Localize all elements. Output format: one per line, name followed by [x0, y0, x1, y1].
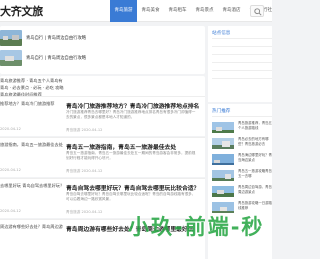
divider: [212, 38, 272, 39]
watermark-text: 小玖-前端-秒: [128, 215, 265, 239]
article-title[interactable]: 青岛五一旅游指南，青岛五一旅游最佳去处: [66, 142, 176, 151]
divider: [212, 54, 272, 55]
article-summary: 青岛五一旅游指南，青岛五一旅游最佳去处五一期间的青岛游客会非常多，提前规划好行程…: [66, 151, 196, 161]
list-item[interactable]: 青岛 · 必去景点 · 必玩 · 必吃 攻略: [0, 85, 64, 91]
divider: [212, 46, 272, 47]
list-item[interactable]: 青岛旅游推荐 · 青岛五个人青岛有: [0, 78, 63, 84]
article-left-title[interactable]: 去哪里好玩 青岛自驾去哪里好玩？: [0, 183, 64, 189]
article-left-date: 2020-04-12: [0, 127, 21, 131]
recommend-thumbnail: [212, 120, 234, 133]
article-left-title[interactable]: 推荐地方？青岛冷门旅游推荐: [0, 101, 54, 107]
panel-title: 热门推荐: [212, 109, 231, 114]
recommend-title: 青岛旅游推荐，青岛五个人旅游路线: [238, 121, 272, 130]
featured-list: 青岛旅游推荐 · 青岛五个人青岛有 青岛 · 必去景点 · 必玩 · 必吃 攻略…: [0, 76, 205, 98]
divider: [212, 70, 272, 71]
nav-item-2[interactable]: 青岛租车: [164, 0, 191, 22]
article-summary: 冷门旅游推荐青岛去哪里好？青岛冷门旅游推荐地点排名青岛有很多冷门却值得一去的景点…: [66, 110, 196, 120]
search-button[interactable]: [250, 5, 264, 17]
recommend-thumbnail: [212, 184, 234, 197]
nav-item-4[interactable]: 青岛酒店: [218, 0, 245, 22]
recommend-item[interactable]: 青岛海边哪里好玩？青岛海边景点: [212, 152, 272, 166]
nav-item-3[interactable]: 青岛景点: [191, 0, 218, 22]
nav-item-1[interactable]: 青岛美食: [137, 0, 164, 22]
recommend-item[interactable]: 青岛五一旅游攻略青岛五一去哪: [212, 168, 272, 182]
slide-title: 青岛自行 | 青岛周边自由行攻略: [26, 56, 87, 61]
recommend-title: 青岛五一旅游攻略青岛五一去哪: [238, 169, 272, 178]
article-meta: 青岛旅游 2020-04-12: [66, 128, 103, 132]
recommend-title: 青岛必去的地方有哪些？青岛旅游必去: [238, 137, 269, 146]
article-left-date: 2020-04-12: [0, 209, 21, 213]
featured-slider: 青岛自行 | 青岛周边自由行攻略 青岛自行 | 青岛周边自由行攻略: [0, 26, 205, 74]
site-logo[interactable]: 大齐文旅: [0, 3, 43, 19]
divider: [212, 62, 272, 63]
recommend-title: 青岛海边哪里好玩？青岛海边景点: [238, 153, 272, 162]
recommend-thumbnail: [212, 168, 234, 181]
article-meta: 青岛旅游 2020-04-12: [66, 210, 103, 214]
recommend-item[interactable]: 青岛旅游推荐，青岛五个人旅游路线: [212, 120, 272, 134]
divider: [212, 78, 272, 79]
article-meta: 青岛旅游 2020-04-12: [66, 169, 103, 173]
nav-item-0[interactable]: 青岛旅游: [110, 0, 137, 22]
recommend-item[interactable]: 青岛必去的地方有哪些？青岛旅游必去: [212, 136, 272, 150]
divider: [212, 116, 272, 117]
recommend-thumbnail: [212, 136, 234, 149]
recommend-title: 青岛周边自驾游，青岛周边游景点: [238, 185, 272, 194]
article-left-date: 2020-04-12: [0, 168, 21, 172]
panel-title: 站点信息: [212, 31, 231, 36]
slide-thumbnail: [0, 30, 22, 46]
site-info-panel: 站点信息: [208, 26, 272, 102]
recommend-item[interactable]: 青岛周边自驾游，青岛周边游景点: [212, 184, 272, 198]
featured-slide[interactable]: 青岛自行 | 青岛周边自由行攻略: [0, 30, 110, 48]
recommend-title: 青岛旅游攻略一日游路线推荐: [238, 201, 272, 210]
article-title[interactable]: 青岛自驾去哪里好玩？青岛自驾去哪里玩比较合适？: [66, 183, 199, 192]
article-left-title[interactable]: 旅游指南，青岛五一旅游最佳去处: [0, 142, 63, 148]
featured-slide[interactable]: 青岛自行 | 青岛周边自由行攻略: [0, 50, 110, 68]
article-summary: 青岛自驾去哪里好玩？青岛自驾去哪里玩比较合适呢？青岛的自驾游线路有很多，可以沿着…: [66, 192, 196, 202]
article-left-title[interactable]: 周边游有哪些好去处？青岛周边游: [0, 224, 63, 230]
article-title[interactable]: 青岛冷门旅游推荐地方？青岛冷门旅游推荐地点排名: [66, 101, 199, 110]
search-icon: [254, 8, 262, 16]
recommend-thumbnail: [212, 152, 234, 165]
slide-thumbnail: [0, 50, 22, 66]
site-header: 大齐文旅 青岛旅游 青岛美食 青岛租车 青岛景点 青岛酒店 青岛旅行社: [0, 0, 272, 22]
article-card[interactable]: 旅游指南，青岛五一旅游最佳去处 2020-04-12 青岛五一旅游指南，青岛五一…: [0, 137, 205, 177]
slide-title: 青岛自行 | 青岛周边自由行攻略: [26, 36, 87, 41]
article-card[interactable]: 推荐地方？青岛冷门旅游推荐 2020-04-12 青岛冷门旅游推荐地方？青岛冷门…: [0, 96, 205, 136]
